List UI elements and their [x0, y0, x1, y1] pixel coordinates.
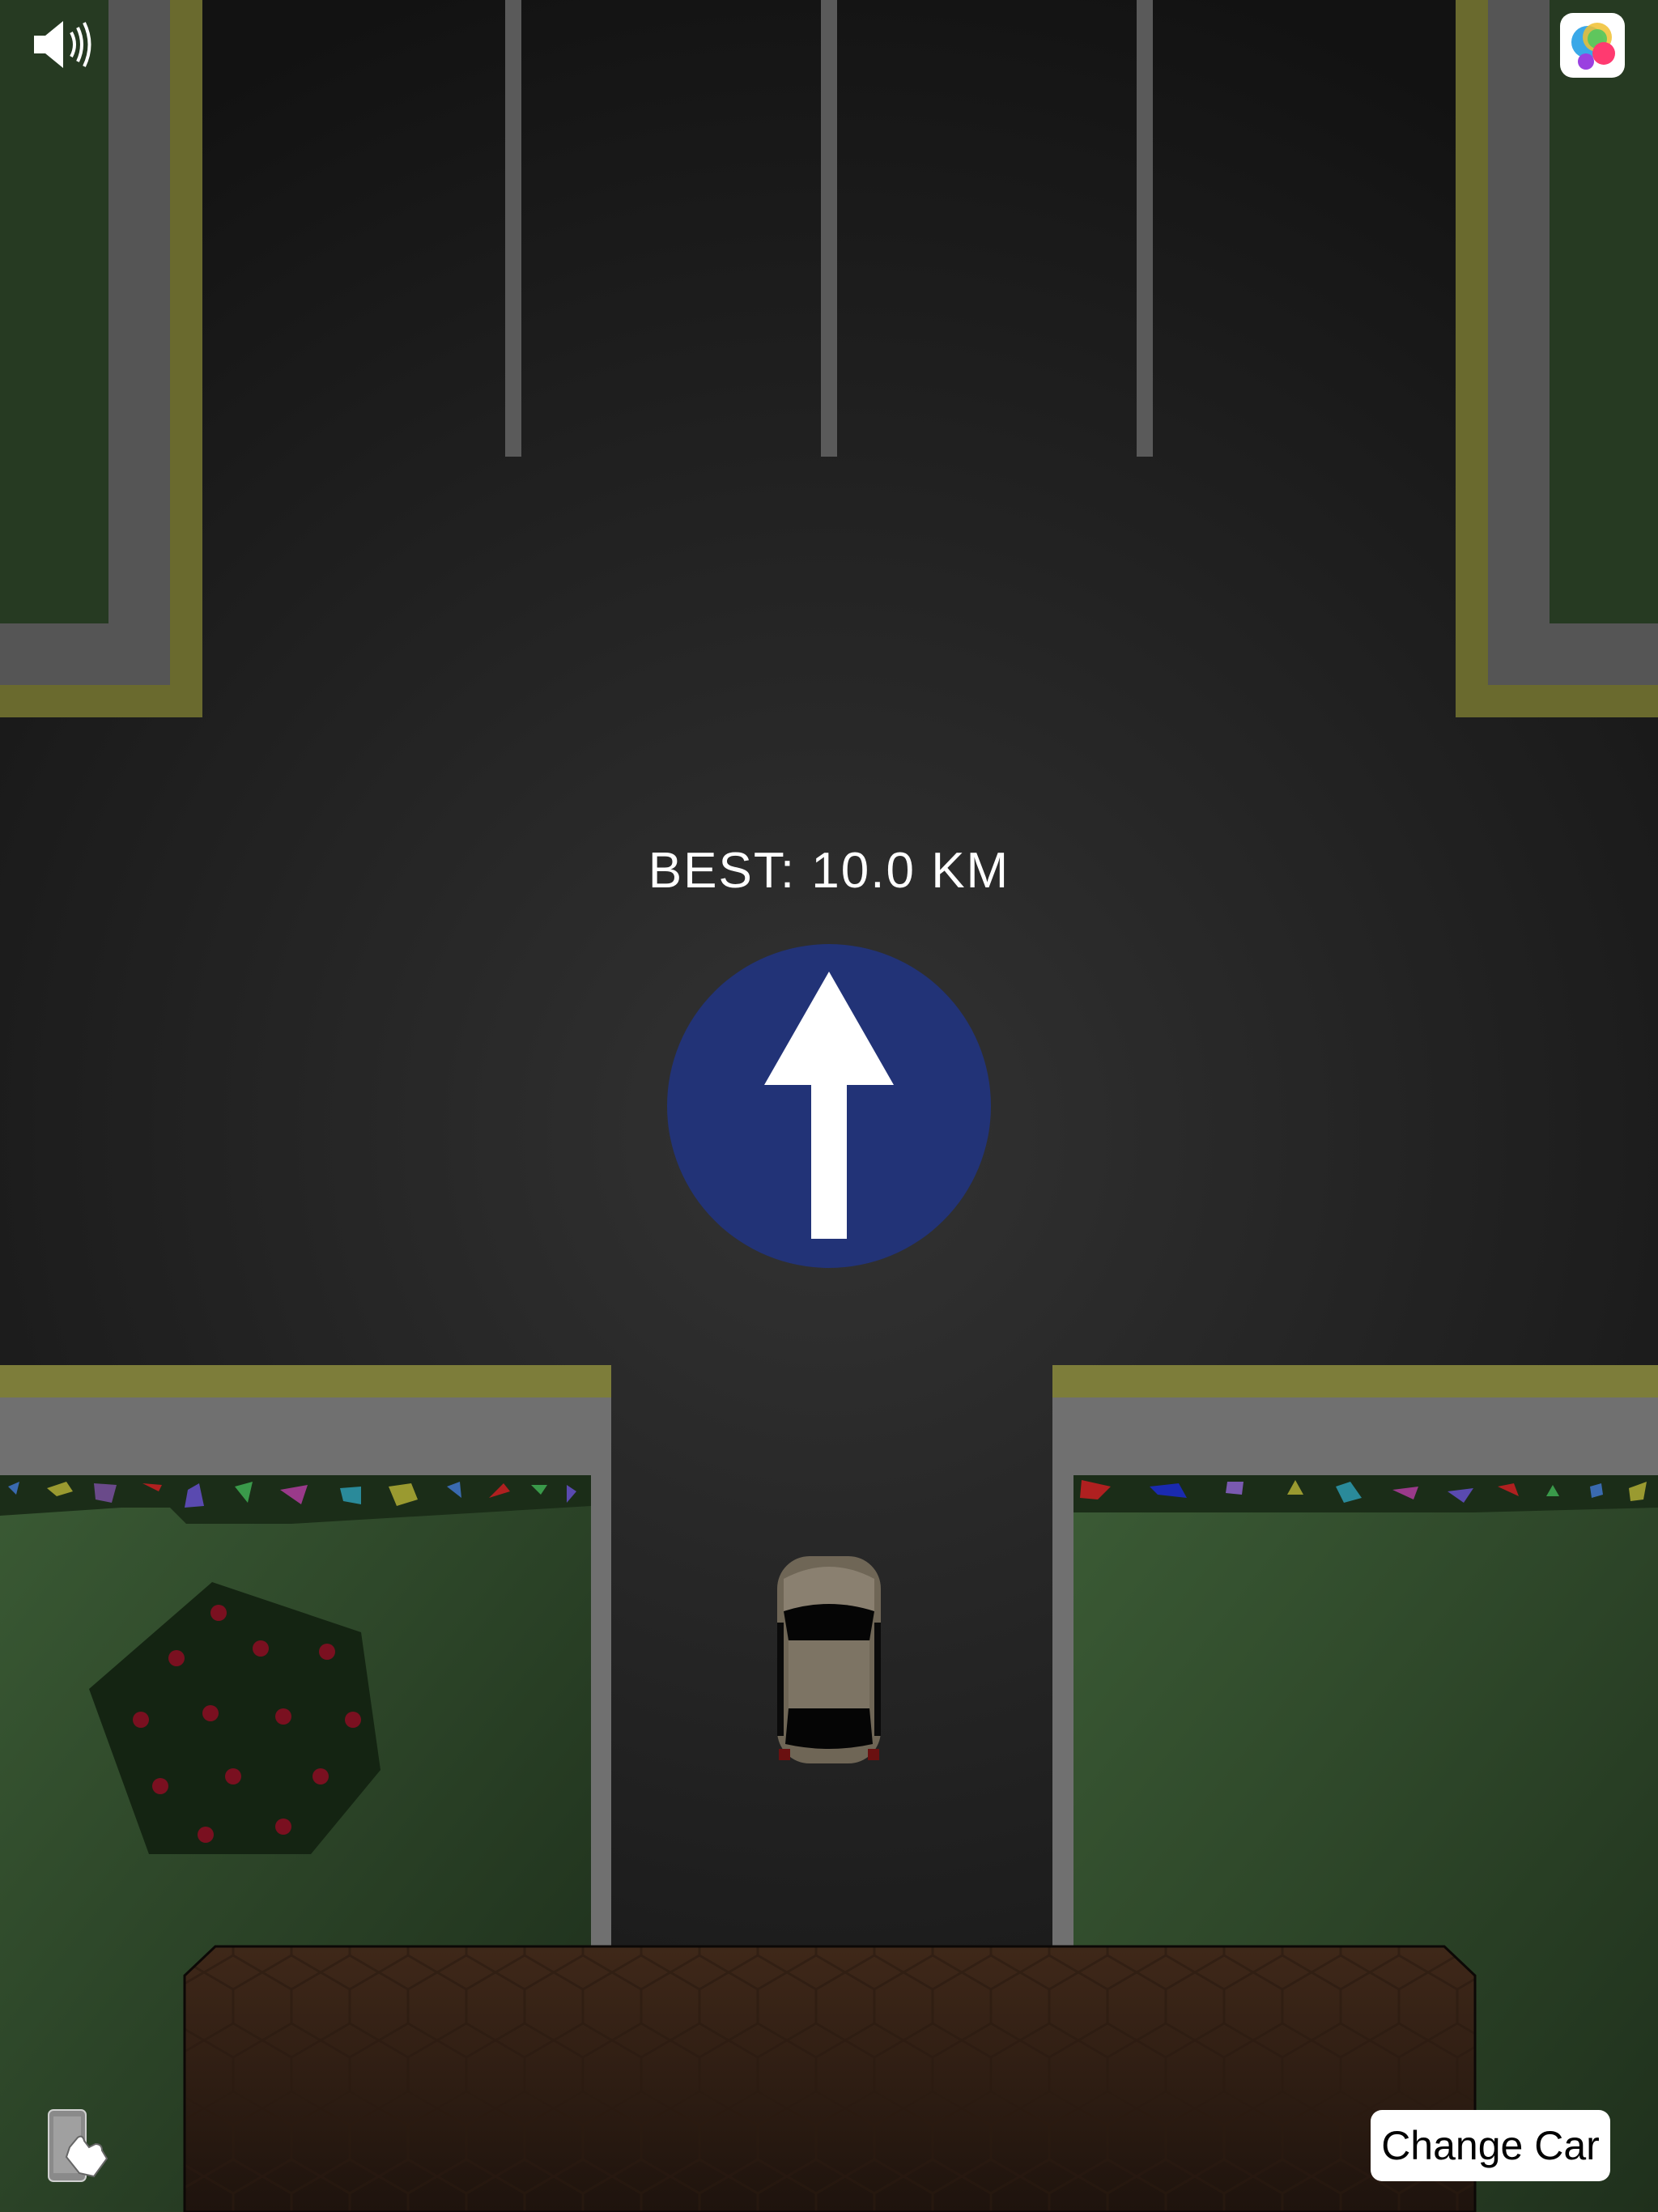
game-scene	[0, 0, 1658, 2212]
lane-line	[1137, 0, 1153, 457]
phone-tap-icon	[48, 2109, 108, 2182]
lane-line	[505, 0, 521, 457]
control-mode-button[interactable]	[45, 2108, 110, 2183]
top-right-sidewalk	[1456, 0, 1658, 717]
speaker-icon	[34, 21, 91, 68]
change-car-button[interactable]: Change Car	[1371, 2110, 1610, 2181]
brick-barrier	[183, 1945, 1477, 2212]
game-center-button[interactable]	[1560, 13, 1625, 78]
game-center-icon	[1560, 13, 1625, 78]
top-left-sidewalk	[0, 0, 202, 717]
best-distance-label: BEST: 10.0 KM	[648, 843, 1010, 899]
player-car	[777, 1556, 881, 1763]
straight-ahead-sign	[667, 944, 991, 1268]
sound-button[interactable]	[32, 18, 97, 71]
lane-line	[821, 0, 837, 457]
